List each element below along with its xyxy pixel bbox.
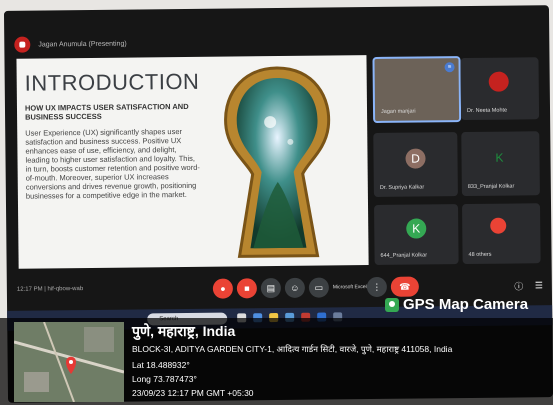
participant-tile[interactable]: K 833_Pranjal Kolkar [461,131,540,197]
participant-tile[interactable]: K 644_Pranjal Kolkar [374,204,459,265]
avatar: K [495,150,504,165]
participant-tile[interactable]: D Dr. Supriya Kalkar [373,132,458,198]
gps-brand: GPS Map Camera [385,296,528,313]
slide-body: User Experience (UX) significantly shape… [25,127,200,201]
people-icon[interactable]: ☰ [529,275,549,295]
info-icon[interactable]: ⓘ [509,275,529,295]
avatar: K [406,218,427,239]
meeting-info: 12:17 PM | hif-qbow-wab [16,286,84,293]
share-label: Microsoft Excel [332,284,367,291]
presentation-slide: INTRODUCTION HOW UX IMPACTS USER SATISFA… [16,55,369,269]
photo: Jagan Anumula (Presenting) INTRODUCTION … [0,0,553,405]
more-options-icon[interactable]: ⋮ [366,276,387,298]
participant-name: Jagan manjari [381,108,416,115]
slide-subtitle: HOW UX IMPACTS USER SATISFACTION AND BUS… [24,101,189,122]
participant-name: 833_Pranjal Kolkar [467,183,515,191]
gps-datetime: 23/09/23 12:17 PM GMT +05:30 [132,388,254,398]
captions-icon[interactable]: ▤ [260,277,281,299]
participant-name: 644_Pranjal Kolkar [380,252,428,259]
avatar [490,217,507,234]
participant-name: Dr. Neeta Mohte [467,107,508,115]
others-count: 48 others [468,251,492,259]
avatar: D [405,148,426,169]
presenter-label: Jagan Anumula (Presenting) [38,40,127,49]
present-icon[interactable]: ▭ [308,277,329,298]
slide-title: INTRODUCTION [24,68,200,96]
participant-tile-presenter[interactable]: Jagan manjari ≡ [372,56,462,124]
gps-map-thumbnail [14,322,124,402]
mic-off-icon[interactable]: ● [212,278,233,299]
camera-pin-icon [385,297,399,312]
emoji-icon[interactable]: ☺ [284,277,305,298]
speaking-icon: ≡ [444,62,455,73]
keyhole-illustration [224,66,331,258]
gps-longitude: Long 73.787473° [132,374,197,384]
avatar [488,71,509,92]
participant-tile[interactable]: Dr. Neeta Mohte [460,57,540,121]
meet-app-icon[interactable] [14,36,31,53]
camera-off-icon[interactable]: ■ [236,278,257,299]
gps-city: पुणे, महाराष्ट्र, India [132,323,236,339]
gps-brand-label: GPS Map Camera [403,296,529,313]
map-image [14,322,124,402]
participant-name: Dr. Supriya Kalkar [379,184,425,191]
others-tile[interactable]: 48 others [462,203,541,265]
gps-latitude: Lat 18.488932° [132,360,190,370]
meet-top-bar: Jagan Anumula (Presenting) [14,29,534,54]
gps-address: BLOCK-3I, ADITYA GARDEN CITY-1, आदित्य ग… [132,344,453,354]
hang-up-button[interactable]: ☎ [390,276,419,297]
